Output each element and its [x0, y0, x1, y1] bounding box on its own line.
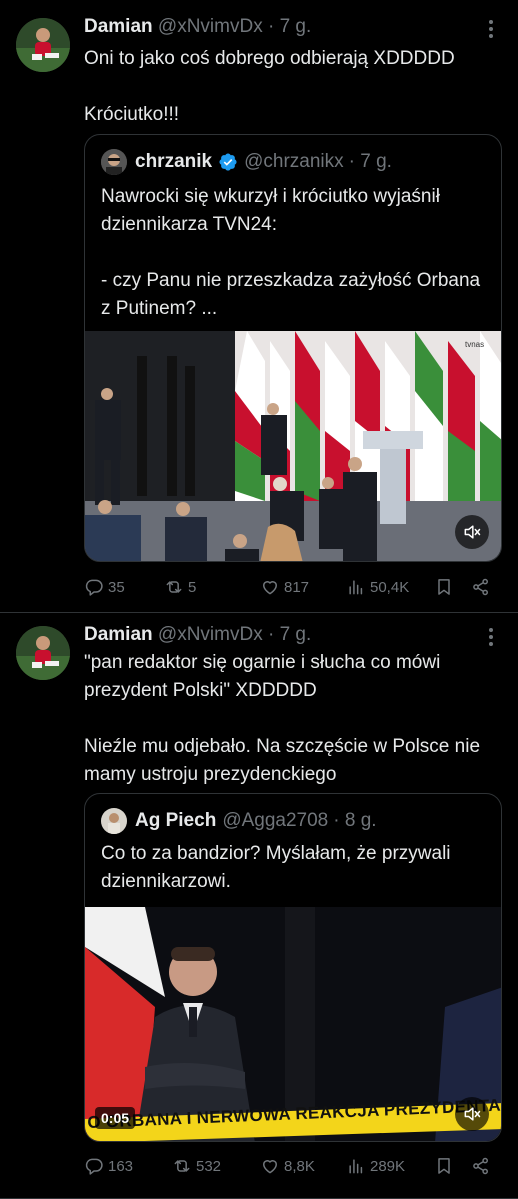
quoted-tweet-text: Co to za bandzior? Myślałam, że przywali…: [101, 843, 451, 892]
tweet-text: "pan redaktor się ogarnie i słucha co mó…: [84, 652, 481, 785]
avatar[interactable]: [16, 626, 70, 680]
reply-icon: [85, 1158, 103, 1175]
bookmark-button[interactable]: [434, 573, 454, 601]
reply-icon: [85, 579, 103, 596]
reply-count: 35: [108, 578, 125, 596]
reply-count: 163: [108, 1157, 134, 1175]
quoted-tweet[interactable]: chrzanik @chrzanikx · 7 g. Nawrocki się …: [84, 134, 502, 562]
like-count: 8,8K: [284, 1157, 315, 1175]
avatar-image: [16, 626, 70, 680]
views-button[interactable]: 50,4K: [346, 573, 409, 601]
speaker-muted-icon: [464, 1107, 481, 1121]
author-name[interactable]: Damian: [84, 16, 153, 37]
quoted-tweet-header: chrzanik @chrzanikx · 7 g.: [101, 149, 392, 175]
quoted-video[interactable]: O ORBANA I NERWOWA REAKCJA PREZYDENTA 0:…: [85, 907, 501, 1141]
quoted-author-name[interactable]: chrzanik: [135, 151, 212, 173]
tweet-time[interactable]: · 7 g.: [268, 16, 311, 37]
views-count: 50,4K: [370, 578, 410, 596]
reply-button[interactable]: 163: [84, 1152, 133, 1180]
quoted-tweet-text: Nawrocki się wkurzył i króciutko wyjaśni…: [101, 186, 481, 319]
speaker-muted-icon: [464, 525, 481, 539]
mute-button[interactable]: [455, 515, 489, 549]
retweet-icon: [174, 1160, 190, 1172]
like-count: 817: [284, 578, 310, 596]
media-watermark: tvnas: [465, 340, 484, 349]
retweet-icon: [166, 581, 182, 593]
heart-icon: [263, 581, 277, 595]
tweet-header: Damian @xNvimvDx · 7 g.: [84, 16, 311, 38]
verified-badge-icon: [219, 153, 237, 171]
quoted-avatar-image: [101, 149, 127, 175]
more-options-icon[interactable]: [482, 628, 500, 646]
bookmark-button[interactable]: [434, 1152, 454, 1180]
avatar-image: [16, 18, 70, 72]
share-icon: [473, 1157, 488, 1175]
quoted-video[interactable]: tvnas: [85, 331, 501, 561]
share-icon: [473, 578, 488, 596]
quoted-author-handle[interactable]: @chrzanikx: [244, 151, 344, 173]
retweet-button[interactable]: 532: [172, 1152, 221, 1180]
quoted-avatar[interactable]: [101, 808, 127, 834]
tweet-time[interactable]: · 7 g.: [268, 624, 311, 645]
author-handle[interactable]: @xNvimvDx: [158, 624, 263, 645]
video-frame: tvnas: [85, 331, 501, 561]
tweet-actions: 35 5 817 50,4K: [84, 573, 496, 601]
bookmark-icon: [438, 579, 450, 595]
tweet[interactable]: Damian @xNvimvDx · 7 g. Oni to jako coś …: [0, 0, 518, 612]
author-handle[interactable]: @xNvimvDx: [158, 16, 263, 37]
quoted-author-name[interactable]: Ag Piech: [135, 810, 216, 832]
tweet-header: Damian @xNvimvDx · 7 g.: [84, 624, 311, 646]
views-button[interactable]: 289K: [346, 1152, 405, 1180]
quoted-tweet-time[interactable]: · 7 g.: [349, 151, 392, 173]
views-count: 289K: [370, 1157, 406, 1175]
quoted-avatar[interactable]: [101, 149, 127, 175]
tweet[interactable]: Damian @xNvimvDx · 7 g. "pan redaktor si…: [0, 612, 518, 1199]
video-timestamp: 0:05: [95, 1107, 136, 1129]
like-button[interactable]: 8,8K: [260, 1152, 315, 1180]
retweet-button[interactable]: 5: [164, 573, 196, 601]
retweet-count: 532: [196, 1157, 222, 1175]
like-button[interactable]: 817: [260, 573, 309, 601]
avatar[interactable]: [16, 18, 70, 72]
mute-button[interactable]: [455, 1097, 489, 1131]
views-chart-icon: [349, 580, 363, 595]
quoted-tweet[interactable]: Ag Piech @Agga2708 · 8 g. Co to za bandz…: [84, 793, 502, 1142]
share-button[interactable]: [471, 573, 491, 601]
bookmark-icon: [438, 1158, 450, 1174]
quoted-tweet-time[interactable]: · 8 g.: [333, 810, 376, 832]
views-chart-icon: [349, 1159, 363, 1174]
heart-icon: [263, 1160, 277, 1174]
share-button[interactable]: [471, 1152, 491, 1180]
quoted-tweet-header: Ag Piech @Agga2708 · 8 g.: [101, 808, 377, 834]
author-name[interactable]: Damian: [84, 624, 153, 645]
more-options-icon[interactable]: [482, 20, 500, 38]
reply-button[interactable]: 35: [84, 573, 125, 601]
tweet-text: Oni to jako coś dobrego odbierają XDDDDD…: [84, 48, 455, 125]
tweet-actions: 163 532 8,8K 289K: [84, 1152, 496, 1180]
quoted-avatar-image: [101, 808, 127, 834]
retweet-count: 5: [188, 578, 197, 596]
quoted-author-handle[interactable]: @Agga2708: [222, 810, 328, 832]
